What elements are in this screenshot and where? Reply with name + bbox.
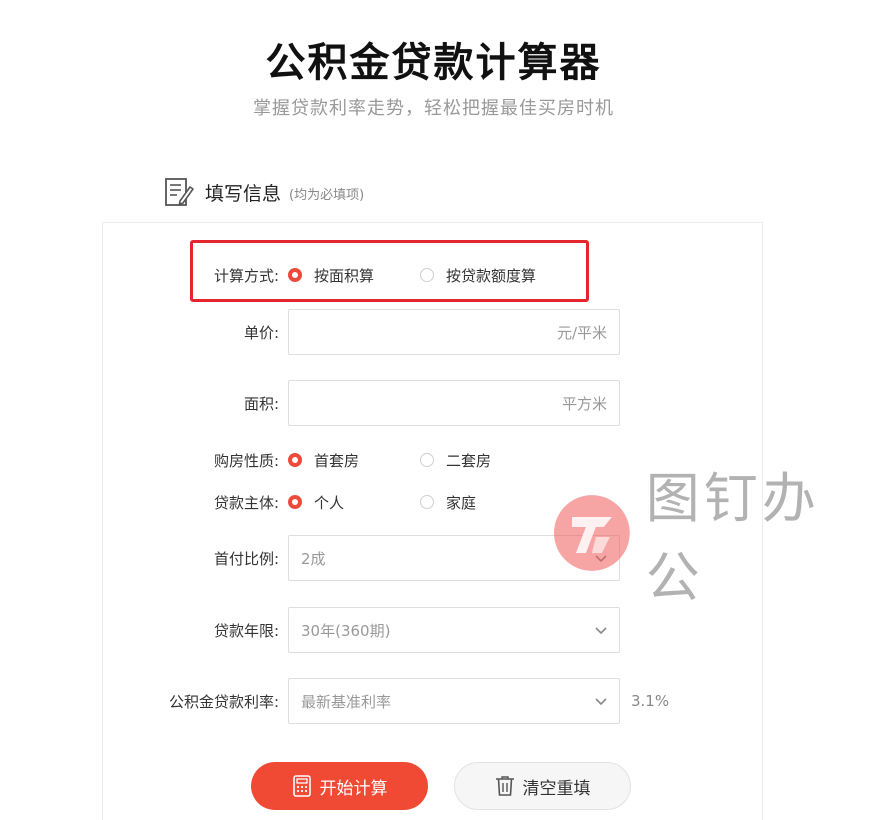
trash-icon (495, 776, 514, 796)
row-down-payment: 首付比例: 2成 (0, 535, 877, 581)
clear-reset-label: 清空重填 (522, 778, 591, 799)
area-label: 面积: (243, 394, 279, 413)
radio-checked-icon (288, 453, 302, 467)
row-loan-rate: 公积金贷款利率: 最新基准利率 3.1% (0, 678, 877, 724)
radio-unchecked-icon (420, 453, 434, 467)
unit-price-unit: 元/平米 (556, 323, 607, 342)
radio-family[interactable]: 家庭 (420, 492, 476, 513)
page-title: 公积金贷款计算器 (265, 40, 602, 86)
page-subtitle: 掌握贷款利率走势，轻松把握最佳买房时机 (253, 98, 614, 119)
section-header: 填写信息 (均为必填项) (163, 176, 364, 208)
property-type-label: 购房性质: (213, 451, 279, 470)
loan-rate-percent: 3.1% (631, 692, 670, 710)
radio-label: 个人 (314, 493, 345, 512)
loan-rate-select[interactable]: 最新基准利率 3.1% (288, 678, 669, 724)
start-calc-label: 开始计算 (319, 778, 388, 799)
area-unit: 平方米 (561, 394, 607, 413)
calculator-icon (292, 775, 311, 797)
area-input[interactable] (289, 381, 562, 425)
loan-term-select[interactable]: 30年(360期) (288, 607, 620, 653)
clear-reset-button[interactable]: 清空重填 (454, 762, 631, 810)
page: 公积金贷款计算器 掌握贷款利率走势，轻松把握最佳买房时机 填写信息 (均为必填项… (0, 0, 877, 820)
section-title: 填写信息 (205, 182, 282, 205)
row-borrower: 贷款主体: 个人 家庭 (0, 479, 877, 525)
down-payment-value: 2成 (301, 549, 326, 568)
row-unit-price: 单价: 元/平米 (0, 309, 877, 355)
radio-second-home[interactable]: 二套房 (420, 450, 491, 471)
form-edit-icon (165, 178, 194, 206)
area-field: 平方米 (288, 380, 620, 426)
radio-first-home[interactable]: 首套房 (288, 450, 398, 471)
property-type-radio-group: 首套房 二套房 (288, 450, 491, 471)
highlight-annotation (190, 240, 589, 302)
loan-term-value: 30年(360期) (301, 621, 391, 640)
radio-label: 二套房 (446, 451, 492, 470)
radio-individual[interactable]: 个人 (288, 492, 398, 513)
chevron-down-icon (595, 555, 607, 563)
down-payment-label: 首付比例: (213, 549, 279, 568)
loan-term-label: 贷款年限: (213, 621, 279, 640)
chevron-down-icon (595, 627, 607, 635)
borrower-radio-group: 个人 家庭 (288, 492, 476, 513)
radio-label: 家庭 (446, 493, 477, 512)
start-calc-button[interactable]: 开始计算 (251, 762, 428, 810)
row-area: 面积: 平方米 (0, 380, 877, 426)
unit-price-input[interactable] (289, 310, 557, 354)
loan-rate-label: 公积金贷款利率: (168, 692, 279, 711)
chevron-down-icon (595, 698, 607, 706)
borrower-label: 贷款主体: (213, 493, 279, 512)
radio-label: 首套房 (314, 451, 360, 470)
radio-checked-icon (288, 495, 302, 509)
unit-price-field: 元/平米 (288, 309, 620, 355)
row-loan-term: 贷款年限: 30年(360期) (0, 607, 877, 653)
loan-rate-value: 最新基准利率 (301, 692, 392, 711)
row-property-type: 购房性质: 首套房 二套房 (0, 437, 877, 483)
down-payment-select[interactable]: 2成 (288, 535, 620, 581)
radio-unchecked-icon (420, 495, 434, 509)
unit-price-label: 单价: (243, 323, 279, 342)
section-note: (均为必填项) (289, 188, 365, 203)
